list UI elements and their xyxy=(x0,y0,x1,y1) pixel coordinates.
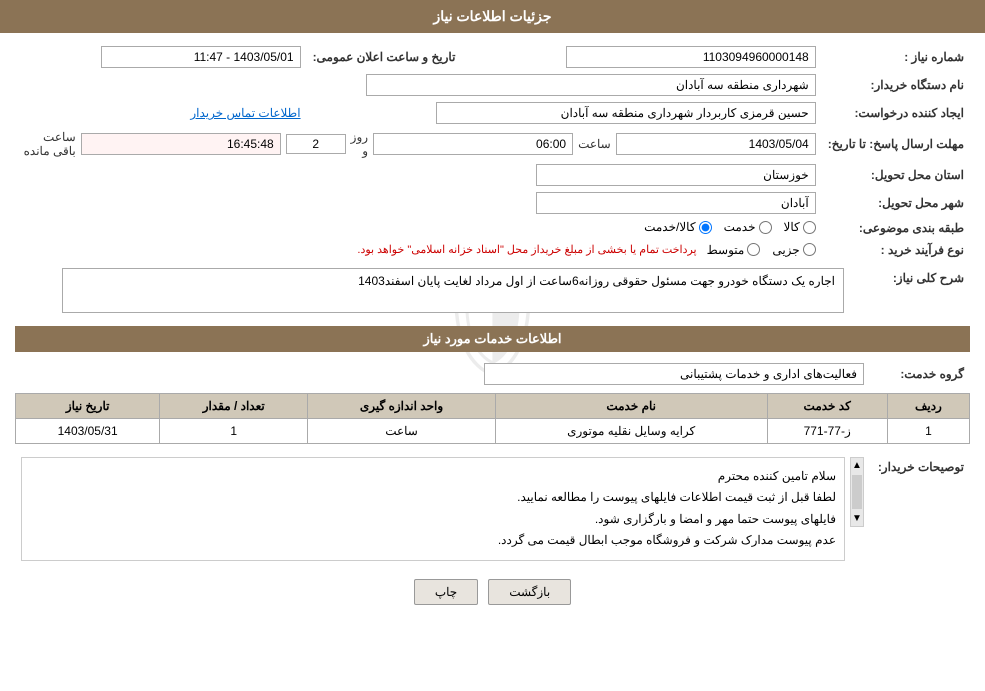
table-row: 1 ز-77-771 کرایه وسایل نقلیه موتوری ساعت… xyxy=(16,418,970,443)
province-label: استان محل تحویل: xyxy=(822,161,970,189)
cell-unit: ساعت xyxy=(308,418,496,443)
category-option-khedmat[interactable]: خدمت xyxy=(724,220,772,234)
buyer-name-label: نام دستگاه خریدار: xyxy=(822,71,970,99)
page-header: جزئیات اطلاعات نیاز xyxy=(0,0,985,33)
purchase-type-jozi[interactable]: جزیی xyxy=(772,243,815,257)
buyer-name-input xyxy=(366,74,816,96)
purchase-type-note: پرداخت تمام یا بخشی از مبلغ خریداز محل "… xyxy=(357,243,696,256)
buyer-note-line2: لطفا قبل از ثبت قیمت اطلاعات فایلهای پیو… xyxy=(30,487,836,509)
col-service-code: کد خدمت xyxy=(767,393,887,418)
need-description-box: اجاره یک دستگاه خودرو جهت مسئول حقوقی رو… xyxy=(62,268,844,313)
need-number-value xyxy=(461,43,821,71)
need-number-label: شماره نیاز : xyxy=(822,43,970,71)
purchase-type-motavasset[interactable]: متوسط xyxy=(707,243,761,257)
purchase-type-label: نوع فرآیند خرید : xyxy=(822,240,970,260)
col-service-name: نام خدمت xyxy=(495,393,767,418)
col-quantity: تعداد / مقدار xyxy=(160,393,308,418)
category-option-kala[interactable]: کالا xyxy=(784,220,816,234)
time-label: ساعت xyxy=(578,137,611,151)
buyer-note-line1: سلام تامین کننده محترم xyxy=(30,466,836,488)
creator-contact-link[interactable]: اطلاعات تماس خریدار xyxy=(190,106,300,120)
print-button[interactable]: چاپ xyxy=(414,579,478,605)
city-label: شهر محل تحویل: xyxy=(822,189,970,217)
service-group-input xyxy=(484,363,864,385)
creator-input xyxy=(436,102,816,124)
buyer-note-line3: فایلهای پیوست حتما مهر و امضا و بارگزاری… xyxy=(30,509,836,531)
announcement-datetime-value xyxy=(15,43,307,71)
services-section-title: اطلاعات خدمات مورد نیاز xyxy=(15,326,970,352)
response-days-input xyxy=(286,134,346,154)
scroll-up-icon[interactable]: ▲ xyxy=(850,458,864,473)
announcement-datetime-label: تاریخ و ساعت اعلان عمومی: xyxy=(307,43,462,71)
buyer-notes-label: توصیحات خریدار: xyxy=(870,454,970,564)
services-table: ردیف کد خدمت نام خدمت واحد اندازه گیری ت… xyxy=(15,393,970,444)
back-button[interactable]: بازگشت xyxy=(488,579,571,605)
category-radio-group: کالا خدمت کالا/خدمت xyxy=(644,220,816,234)
creator-label: ایجاد کننده درخواست: xyxy=(822,99,970,127)
service-group-label: گروه خدمت: xyxy=(870,360,970,388)
scrollbar[interactable]: ▲ ▼ xyxy=(850,457,864,527)
response-deadline-label: مهلت ارسال پاسخ: تا تاریخ: xyxy=(822,127,970,161)
need-number-input[interactable] xyxy=(566,46,816,68)
category-label: طبقه بندی موضوعی: xyxy=(822,217,970,240)
city-input xyxy=(536,192,816,214)
col-unit: واحد اندازه گیری xyxy=(308,393,496,418)
buyer-notes-content: سلام تامین کننده محترم لطفا قبل از ثبت ق… xyxy=(21,457,845,561)
scroll-down-icon[interactable]: ▼ xyxy=(850,511,864,526)
category-option-kala-khedmat[interactable]: کالا/خدمت xyxy=(644,220,711,234)
cell-row: 1 xyxy=(887,418,969,443)
buyer-notes-area: ▲ ▼ سلام تامین کننده محترم لطفا قبل از ث… xyxy=(21,457,864,561)
province-input xyxy=(536,164,816,186)
remaining-label: ساعت باقی مانده xyxy=(21,130,76,158)
buyer-note-line4: عدم پیوست مدارک شرکت و فروشگاه موجب ابطا… xyxy=(30,530,836,552)
response-time-input xyxy=(373,133,573,155)
col-date: تاریخ نیاز xyxy=(16,393,160,418)
cell-quantity: 1 xyxy=(160,418,308,443)
cell-code: ز-77-771 xyxy=(767,418,887,443)
cell-name: کرایه وسایل نقلیه موتوری xyxy=(495,418,767,443)
response-date-input xyxy=(616,133,816,155)
announcement-datetime-input xyxy=(101,46,301,68)
day-label: روز و xyxy=(351,130,368,158)
bottom-buttons: بازگشت چاپ xyxy=(15,564,970,620)
purchase-type-radio-group: جزیی متوسط xyxy=(707,243,816,257)
cell-date: 1403/05/31 xyxy=(16,418,160,443)
response-remaining-input xyxy=(81,133,281,155)
need-description-label: شرح کلی نیاز: xyxy=(850,265,970,316)
col-row: ردیف xyxy=(887,393,969,418)
